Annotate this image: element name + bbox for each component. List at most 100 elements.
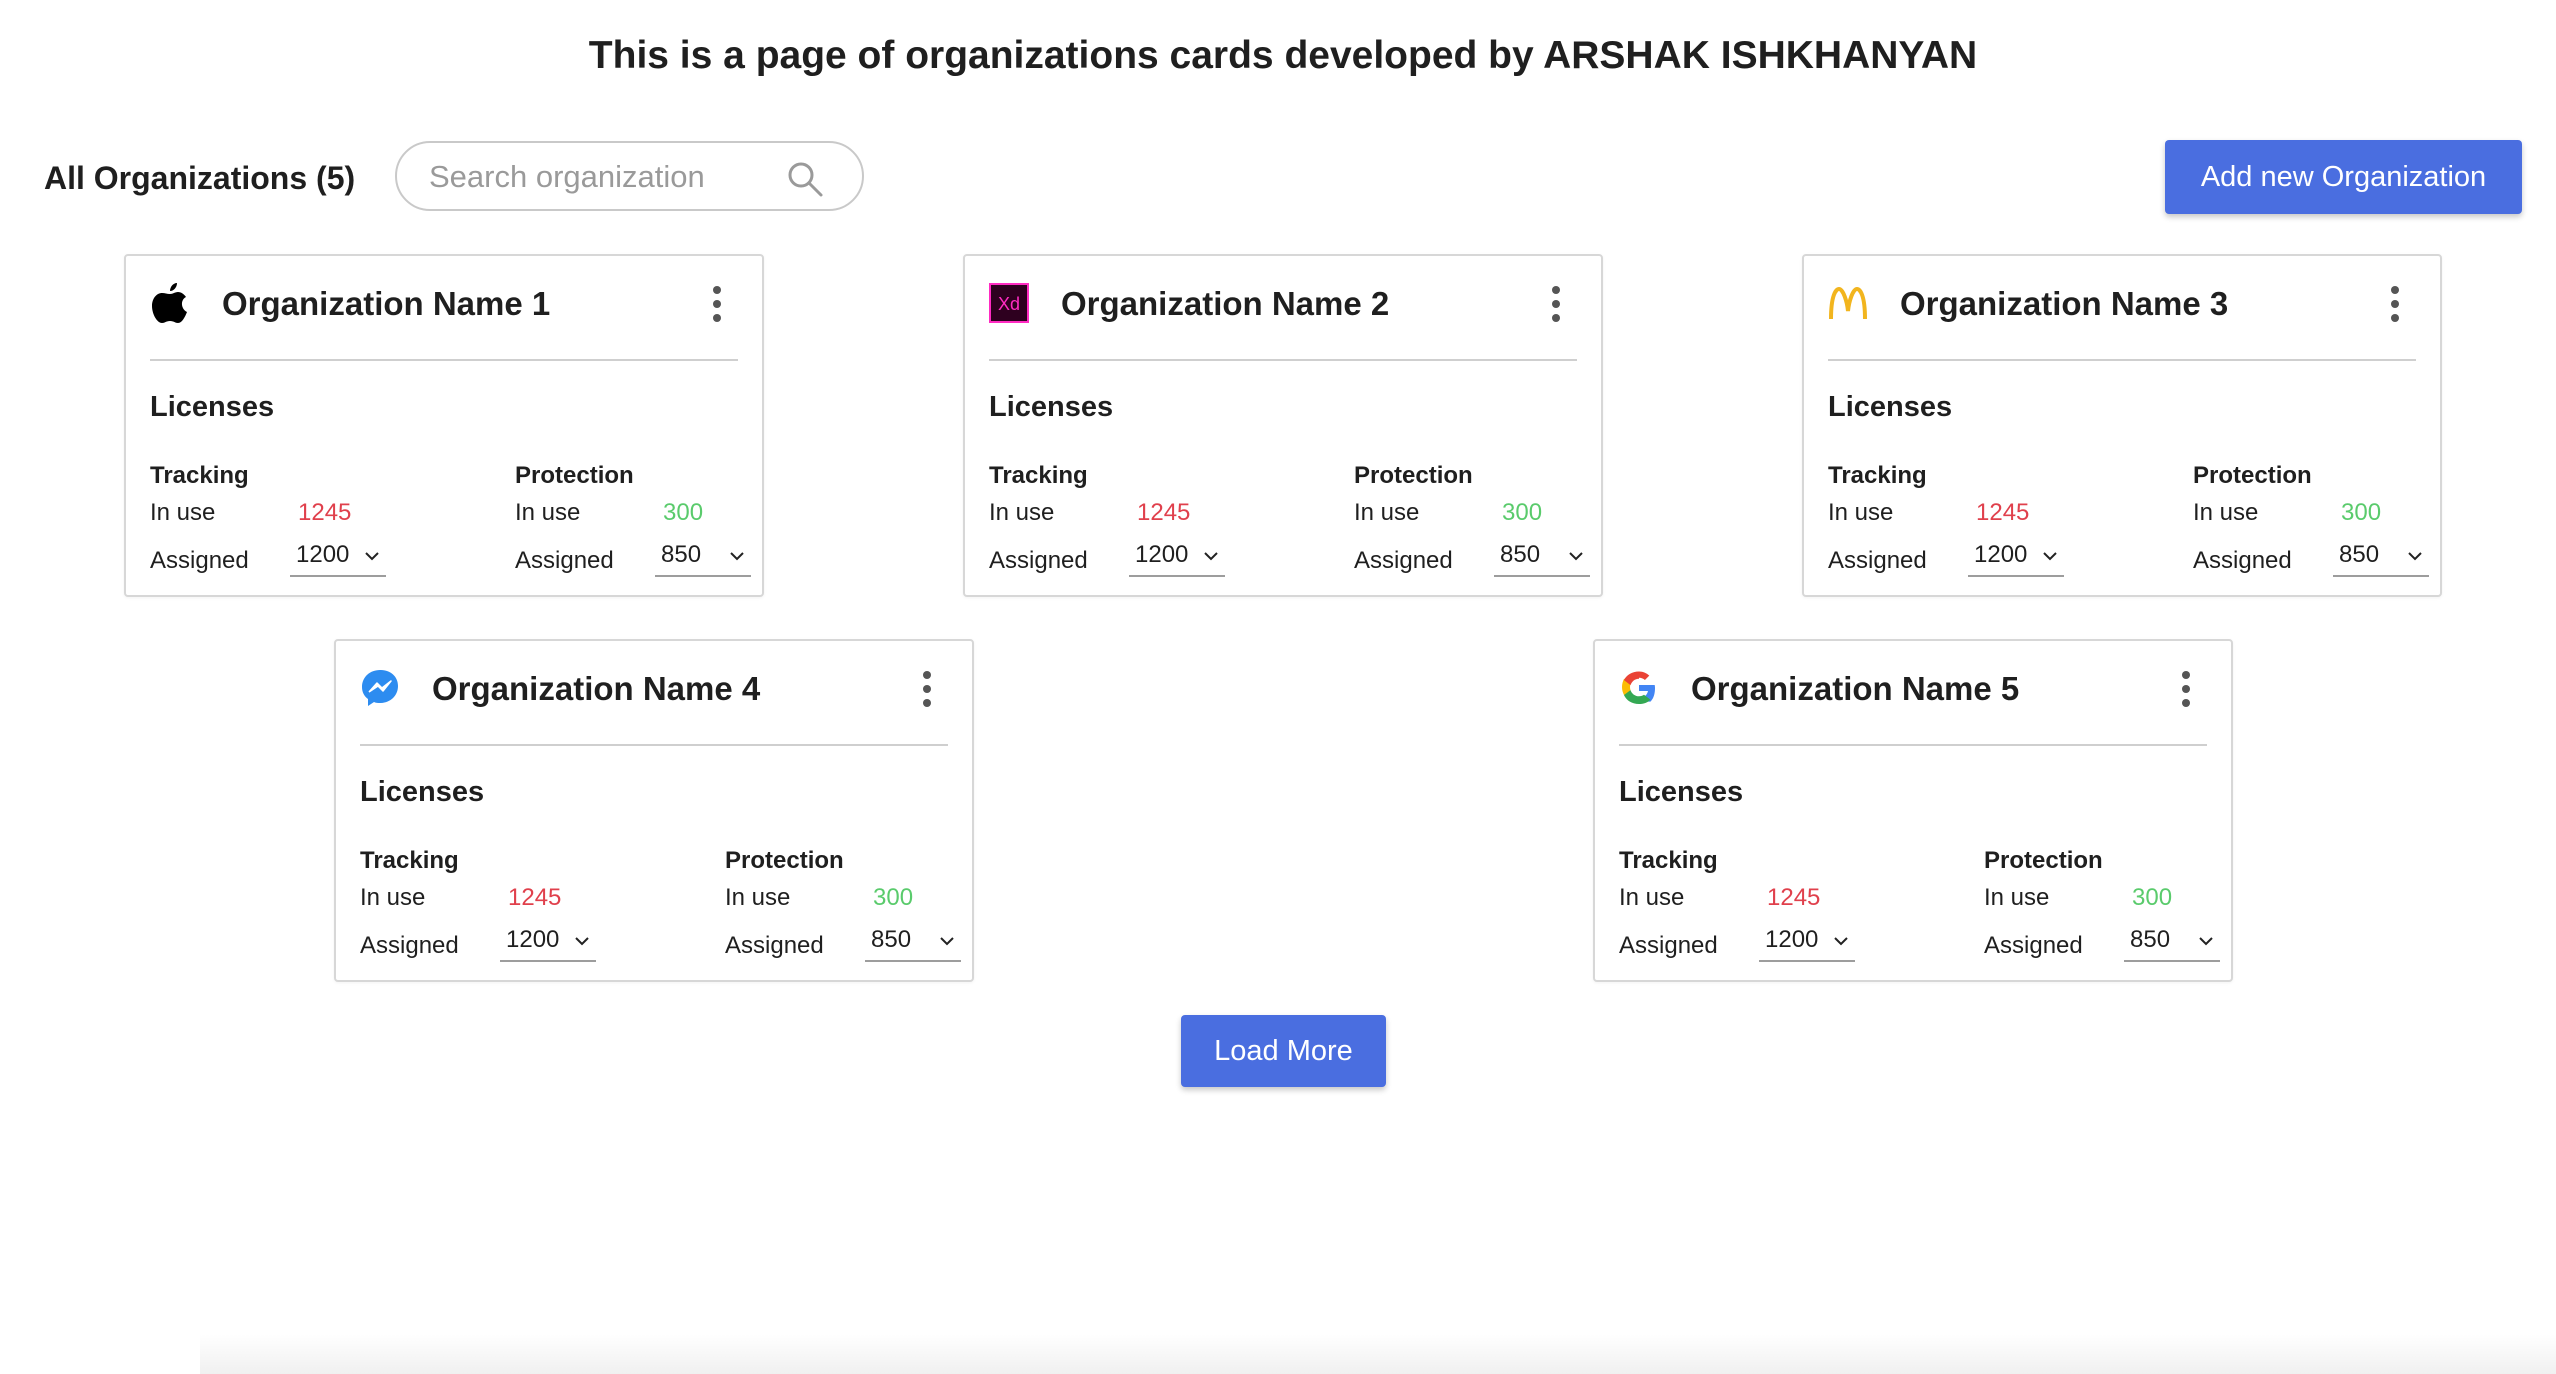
organization-name: Organization Name 5 [1691, 670, 2020, 707]
protection-assigned-select[interactable]: 850 [2333, 539, 2429, 577]
protection-assigned-value: 850 [661, 541, 702, 568]
in-use-label: In use [150, 499, 216, 526]
chevron-down-icon [1569, 552, 1583, 561]
in-use-label: In use [2193, 499, 2259, 526]
assigned-label: Assigned [989, 547, 1088, 574]
protection-assigned-value: 850 [2130, 926, 2171, 953]
licenses-heading: Licenses [1828, 391, 1953, 423]
tracking-column: Tracking In use 1245 Assigned 1200 [1828, 461, 2078, 585]
protection-in-use-value: 300 [2341, 499, 2382, 526]
tracking-assigned-value: 1200 [1974, 541, 2028, 568]
protection-assigned-value: 850 [1500, 541, 1541, 568]
divider [150, 359, 738, 361]
bottom-shadow [200, 1334, 2556, 1374]
tracking-in-use-value: 1245 [1767, 884, 1821, 911]
tracking-label: Tracking [150, 462, 249, 489]
protection-label: Protection [725, 847, 844, 874]
protection-in-use-value: 300 [873, 884, 914, 911]
licenses-heading: Licenses [989, 391, 1114, 423]
tracking-assigned-select[interactable]: 1200 [290, 539, 386, 577]
organization-card: Organization Name 4 Licenses Tracking In… [334, 639, 974, 982]
assigned-label: Assigned [1984, 932, 2083, 959]
organization-name: Organization Name 1 [222, 285, 551, 322]
in-use-label: In use [1984, 884, 2050, 911]
tracking-column: Tracking In use 1245 Assigned 1200 [360, 846, 610, 970]
protection-assigned-select[interactable]: 850 [1494, 539, 1590, 577]
mcdonalds-logo-icon [1829, 286, 1867, 320]
in-use-label: In use [725, 884, 791, 911]
apple-logo-icon [152, 283, 187, 323]
chevron-down-icon [575, 937, 589, 946]
chevron-down-icon [1204, 552, 1218, 561]
protection-label: Protection [1354, 462, 1473, 489]
divider [989, 359, 1577, 361]
tracking-assigned-select[interactable]: 1200 [1759, 924, 1855, 962]
tracking-assigned-select[interactable]: 1200 [1129, 539, 1225, 577]
messenger-logo-icon [362, 670, 398, 706]
protection-assigned-value: 850 [2339, 541, 2380, 568]
tracking-assigned-select[interactable]: 1200 [1968, 539, 2064, 577]
tracking-assigned-value: 1200 [506, 926, 560, 953]
assigned-label: Assigned [2193, 547, 2292, 574]
tracking-label: Tracking [1828, 462, 1927, 489]
protection-assigned-select[interactable]: 850 [655, 539, 751, 577]
assigned-label: Assigned [150, 547, 249, 574]
organization-card: Organization Name 5 Licenses Tracking In… [1593, 639, 2233, 982]
protection-assigned-value: 850 [871, 926, 912, 953]
in-use-label: In use [1619, 884, 1685, 911]
tracking-assigned-value: 1200 [1765, 926, 1819, 953]
tracking-in-use-value: 1245 [508, 884, 562, 911]
organization-card: Organization Name 1 Licenses Tracking In… [124, 254, 764, 597]
search-input[interactable] [427, 143, 781, 211]
chevron-down-icon [730, 552, 744, 561]
more-options-icon[interactable] [710, 286, 724, 326]
more-options-icon[interactable] [1549, 286, 1563, 326]
tracking-column: Tracking In use 1245 Assigned 1200 [150, 461, 400, 585]
protection-column: Protection In use 300 Assigned 850 [725, 846, 975, 970]
add-organization-button[interactable]: Add new Organization [2165, 140, 2522, 214]
tracking-assigned-select[interactable]: 1200 [500, 924, 596, 962]
protection-in-use-value: 300 [2132, 884, 2173, 911]
tracking-in-use-value: 1245 [298, 499, 352, 526]
licenses-heading: Licenses [1619, 776, 1744, 808]
chevron-down-icon [2408, 552, 2422, 561]
assigned-label: Assigned [725, 932, 824, 959]
google-logo-icon [1622, 671, 1655, 704]
search-box[interactable] [395, 141, 864, 211]
organizations-count-title: All Organizations (5) [44, 160, 356, 196]
more-options-icon[interactable] [920, 671, 934, 711]
organization-card: Organization Name 3 Licenses Tracking In… [1802, 254, 2442, 597]
protection-assigned-select[interactable]: 850 [865, 924, 961, 962]
protection-label: Protection [515, 462, 634, 489]
organization-name: Organization Name 4 [432, 670, 761, 707]
protection-label: Protection [1984, 847, 2103, 874]
search-icon[interactable] [786, 160, 824, 198]
more-options-icon[interactable] [2179, 671, 2193, 711]
chevron-down-icon [940, 937, 954, 946]
tracking-in-use-value: 1245 [1976, 499, 2030, 526]
assigned-label: Assigned [1354, 547, 1453, 574]
adobe-xd-logo-icon: Xd [989, 283, 1029, 323]
in-use-label: In use [360, 884, 426, 911]
tracking-in-use-value: 1245 [1137, 499, 1191, 526]
licenses-heading: Licenses [360, 776, 485, 808]
organization-name: Organization Name 3 [1900, 285, 2229, 322]
organization-card: Xd Organization Name 2 Licenses Tracking… [963, 254, 1603, 597]
protection-in-use-value: 300 [1502, 499, 1543, 526]
chevron-down-icon [1834, 937, 1848, 946]
licenses-heading: Licenses [150, 391, 275, 423]
adobe-xd-logo-text: Xd [998, 294, 1020, 314]
divider [1619, 744, 2207, 746]
tracking-label: Tracking [989, 462, 1088, 489]
protection-column: Protection In use 300 Assigned 850 [1984, 846, 2234, 970]
protection-assigned-select[interactable]: 850 [2124, 924, 2220, 962]
more-options-icon[interactable] [2388, 286, 2402, 326]
in-use-label: In use [1828, 499, 1894, 526]
tracking-column: Tracking In use 1245 Assigned 1200 [1619, 846, 1869, 970]
assigned-label: Assigned [1619, 932, 1718, 959]
divider [360, 744, 948, 746]
protection-column: Protection In use 300 Assigned 850 [1354, 461, 1604, 585]
load-more-button[interactable]: Load More [1181, 1015, 1386, 1087]
in-use-label: In use [989, 499, 1055, 526]
tracking-column: Tracking In use 1245 Assigned 1200 [989, 461, 1239, 585]
